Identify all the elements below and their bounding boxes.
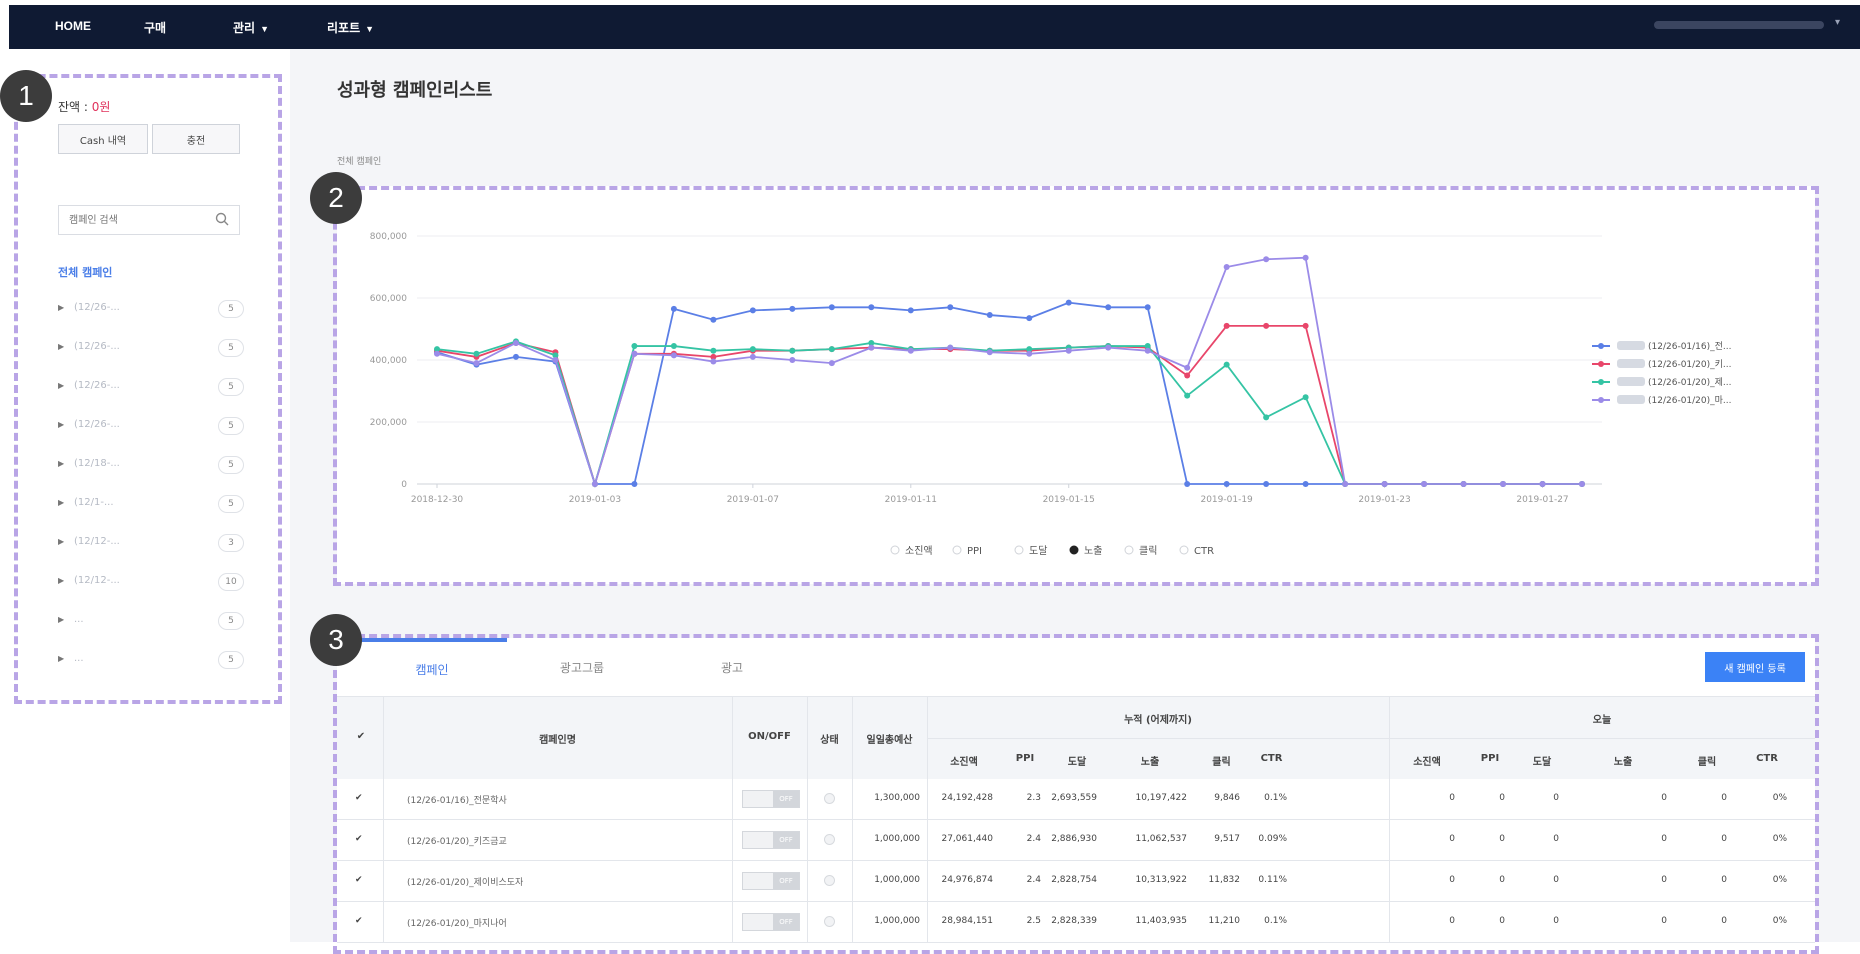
sidebar-campaign-item[interactable]: ▶... 5 [58, 651, 244, 671]
chevron-down-icon: ▼ [365, 24, 375, 34]
sidebar-campaign-item[interactable]: ▶ (12/12-... 10 [58, 573, 244, 593]
campaign-count-badge: 5 [218, 300, 244, 318]
chevron-down-icon[interactable]: ▾ [1835, 17, 1840, 28]
sidebar-campaign-item[interactable]: ▶... 5 [58, 612, 244, 632]
sidebar-campaign-item[interactable]: ▶ (12/26-... 5 [58, 378, 244, 398]
user-account-menu[interactable] [1654, 21, 1824, 29]
expand-arrow-icon[interactable]: ▶ [58, 537, 64, 546]
highlight-region-3 [333, 634, 1819, 954]
sidebar-campaign-item[interactable]: ▶ (12/18-... 5 [58, 456, 244, 476]
campaign-count-badge: 5 [218, 378, 244, 396]
nav-report[interactable]: 리포트 ▼ [327, 19, 374, 36]
sidebar-campaign-item[interactable]: ▶ (12/12-... 3 [58, 534, 244, 554]
expand-arrow-icon[interactable]: ▶ [58, 576, 64, 585]
sidebar-campaign-item[interactable]: ▶ (12/26-... 5 [58, 417, 244, 437]
top-nav-bar: HOME 구매 관리 ▼ 리포트 ▼ ▾ [9, 5, 1860, 49]
highlight-region-2 [333, 186, 1819, 586]
nav-manage[interactable]: 관리 ▼ [233, 19, 269, 36]
chevron-down-icon: ▼ [260, 24, 270, 34]
campaign-name: (12/12-... [74, 575, 120, 586]
nav-purchase[interactable]: 구매 [144, 19, 166, 36]
campaign-name: ... [74, 653, 84, 664]
campaign-name: ... [74, 614, 84, 625]
step-marker-1: 1 [0, 70, 52, 122]
campaign-name: (12/18-... [74, 458, 120, 469]
campaign-name: (12/26-... [74, 380, 120, 391]
sidebar-campaign-item[interactable]: ▶ (12/1-... 5 [58, 495, 244, 515]
campaign-count-badge: 3 [218, 534, 244, 552]
page-title: 성과형 캠페인리스트 [337, 80, 493, 101]
campaign-name: (12/12-... [74, 536, 120, 547]
campaign-count-badge: 10 [218, 573, 244, 591]
sidebar-campaign-item[interactable]: ▶ (12/26-... 5 [58, 300, 244, 320]
campaign-name: (12/26-... [74, 341, 120, 352]
sidebar-campaign-item[interactable]: ▶ (12/26-... 5 [58, 339, 244, 359]
expand-arrow-icon[interactable]: ▶ [58, 459, 64, 468]
campaign-count-badge: 5 [218, 417, 244, 435]
campaign-count-badge: 5 [218, 339, 244, 357]
expand-arrow-icon[interactable]: ▶ [58, 303, 64, 312]
step-marker-3: 3 [310, 614, 362, 666]
nav-home[interactable]: HOME [55, 19, 91, 33]
expand-arrow-icon[interactable]: ▶ [58, 420, 64, 429]
campaign-count-badge: 5 [218, 651, 244, 669]
campaign-name: (12/26-... [74, 419, 120, 430]
step-marker-2: 2 [310, 172, 362, 224]
expand-arrow-icon[interactable]: ▶ [58, 342, 64, 351]
campaign-count-badge: 5 [218, 612, 244, 630]
campaign-name: (12/26-... [74, 302, 120, 313]
breadcrumb: 전체 캠페인 [337, 157, 382, 167]
expand-arrow-icon[interactable]: ▶ [58, 381, 64, 390]
campaign-count-badge: 5 [218, 456, 244, 474]
campaign-name: (12/1-... [74, 497, 114, 508]
expand-arrow-icon[interactable]: ▶ [58, 498, 64, 507]
expand-arrow-icon[interactable]: ▶ [58, 615, 64, 624]
campaign-count-badge: 5 [218, 495, 244, 513]
expand-arrow-icon[interactable]: ▶ [58, 654, 64, 663]
